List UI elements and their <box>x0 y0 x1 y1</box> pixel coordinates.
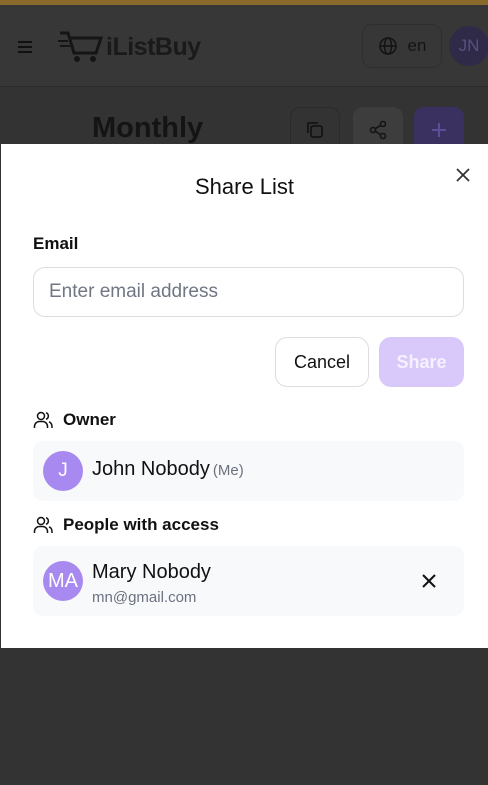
avatar: J <box>43 451 83 491</box>
logo[interactable]: iListBuy <box>58 29 201 65</box>
users-icon <box>33 516 53 533</box>
share-list-dialog: Share List Email Cancel Share Owner J Jo… <box>1 144 488 648</box>
owner-card: J John Nobody (Me) <box>33 441 464 501</box>
app-header: iListBuy en JN <box>0 5 488 87</box>
share-button[interactable]: Share <box>379 337 464 387</box>
language-code: en <box>407 36 427 55</box>
menu-icon[interactable] <box>16 39 36 55</box>
owner-heading: Owner <box>33 410 116 430</box>
avatar: MA <box>43 561 83 601</box>
globe-icon <box>378 37 397 55</box>
owner-name-text: John Nobody <box>92 458 210 480</box>
plus-icon <box>432 123 446 137</box>
language-selector[interactable]: en <box>362 24 442 68</box>
page-title: Monthly <box>92 112 204 144</box>
dialog-title: Share List <box>194 174 295 199</box>
me-tag: (Me) <box>212 462 244 479</box>
email-input[interactable] <box>33 267 464 317</box>
list-item: MA Mary Nobody mn@gmail.com <box>33 546 464 616</box>
logo-text: iListBuy <box>106 32 201 61</box>
user-avatar[interactable]: JN <box>449 26 488 66</box>
copy-icon <box>307 122 323 138</box>
users-icon <box>33 411 53 428</box>
owner-heading-label: Owner <box>63 410 116 429</box>
cart-logo-icon <box>58 31 104 62</box>
person-name: Mary Nobody <box>92 561 211 583</box>
people-heading-label: People with access <box>63 515 219 534</box>
cancel-button[interactable]: Cancel <box>275 337 369 387</box>
email-label: Email <box>33 234 79 253</box>
remove-icon[interactable] <box>422 574 436 588</box>
share-icon <box>369 120 387 140</box>
people-with-access-heading: People with access <box>33 515 219 535</box>
owner-name: John Nobody (Me) <box>92 458 244 481</box>
person-email: mn@gmail.com <box>92 589 197 606</box>
